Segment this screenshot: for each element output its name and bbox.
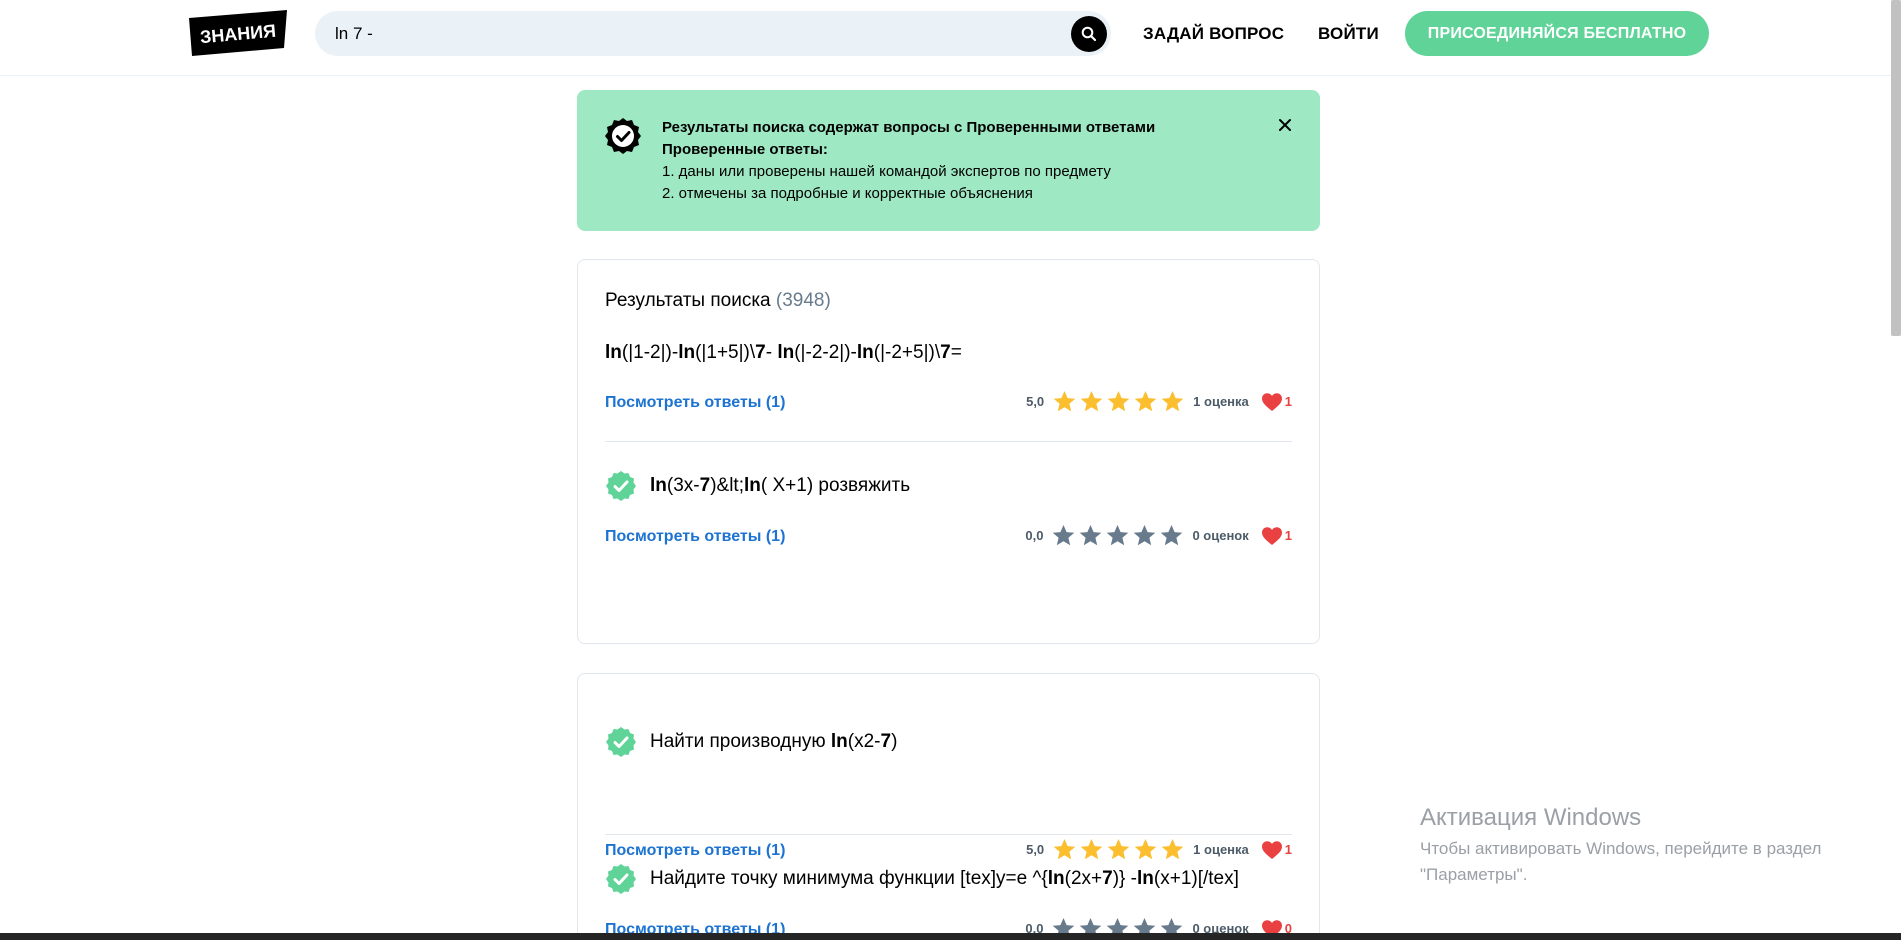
watermark-text: Чтобы активировать Windows, перейдите в …	[1420, 839, 1822, 884]
view-answers-link[interactable]: Посмотреть ответы (1)	[605, 528, 785, 546]
rating-stars	[1051, 523, 1184, 548]
star-icon	[1080, 391, 1103, 412]
heart-icon[interactable]	[1261, 840, 1283, 860]
results-count: (3948)	[775, 290, 831, 311]
list-item[interactable]: ln(|1-2|)-ln(|1+5|)\7- ln(|-2-2|)-ln(|-2…	[605, 342, 1292, 422]
star-icon	[1053, 391, 1076, 412]
list-item[interactable]: ln(3x-7)&lt;ln( X+1) розвяжить Посмотрет…	[605, 470, 1292, 560]
ask-question-link[interactable]: ЗАДАЙ ВОПРОС	[1143, 24, 1284, 44]
star-icon	[1161, 839, 1184, 860]
watermark-title: Активация Windows	[1420, 804, 1642, 831]
verified-check-icon	[606, 727, 636, 757]
star-icon	[1107, 391, 1130, 412]
divider	[605, 834, 1292, 835]
results-label: Результаты поиска	[605, 290, 771, 311]
divider	[605, 441, 1292, 442]
question-text[interactable]: ln(|1-2|)-ln(|1+5|)\7- ln(|-2-2|)-ln(|-2…	[605, 342, 962, 364]
rating-count: 1 оценка	[1193, 394, 1249, 409]
windows-activation-watermark: Активация Windows Чтобы активировать Win…	[1420, 804, 1860, 888]
likes-count: 1	[1284, 842, 1292, 857]
question-text[interactable]: ln(3x-7)&lt;ln( X+1) розвяжить	[650, 475, 910, 497]
join-free-button[interactable]: ПРИСОЕДИНЯЙСЯ БЕСПЛАТНО	[1405, 11, 1709, 56]
likes-count: 1	[1284, 394, 1292, 409]
page-scrollbar[interactable]	[1891, 0, 1901, 336]
question-text[interactable]: Найти производную ln(x2-7)	[650, 731, 897, 753]
view-answers-link[interactable]: Посмотреть ответы (1)	[605, 394, 785, 412]
taskbar-edge	[0, 933, 1901, 940]
star-icon	[1134, 525, 1156, 546]
heart-icon[interactable]	[1261, 392, 1283, 412]
list-item[interactable]: Найдите точку минимума функции [tex]y=e …	[605, 863, 1292, 940]
star-icon	[1161, 525, 1183, 546]
question-meta: 0,0 0 оценок 1	[1025, 523, 1292, 548]
verified-answers-banner: Результаты поиска содержат вопросы с Про…	[577, 90, 1320, 231]
login-link[interactable]: ВОЙТИ	[1318, 24, 1379, 44]
rating-stars	[1052, 837, 1185, 862]
verified-check-icon	[606, 864, 636, 894]
rating-stars	[1052, 389, 1185, 414]
heart-icon[interactable]	[1261, 526, 1283, 546]
star-icon	[1053, 839, 1076, 860]
search-icon	[1081, 26, 1097, 42]
search-button[interactable]	[1071, 16, 1107, 52]
star-icon	[1080, 839, 1103, 860]
banner-line-1: 1. даны или проверены нашей командой экс…	[662, 163, 1111, 180]
search-bar	[315, 11, 1111, 56]
star-icon	[1107, 525, 1129, 546]
verified-badge-icon	[605, 118, 641, 154]
question-meta: 5,0 1 оценка 1	[1026, 837, 1292, 862]
view-answers-link[interactable]: Посмотреть ответы (1)	[605, 842, 785, 860]
results-heading: Результаты поиска (3948)	[605, 290, 831, 312]
rating-count: 1 оценка	[1193, 842, 1249, 857]
likes-count: 1	[1284, 528, 1292, 543]
close-icon[interactable]	[1276, 116, 1294, 134]
star-icon	[1107, 839, 1130, 860]
results-card: Найти производную ln(x2-7) Посмотреть от…	[577, 673, 1320, 940]
star-icon	[1053, 525, 1075, 546]
banner-subtitle: Проверенные ответы:	[662, 141, 828, 158]
verified-check-icon	[606, 471, 636, 501]
znania-logo[interactable]: ЗНАНИЯ	[189, 10, 287, 56]
banner-text: Результаты поиска содержат вопросы с Про…	[662, 117, 1222, 205]
rating-value: 5,0	[1026, 842, 1045, 857]
star-icon	[1134, 391, 1157, 412]
star-icon	[1134, 839, 1157, 860]
question-text[interactable]: Найдите точку минимума функции [tex]y=e …	[650, 868, 1239, 890]
top-header: ЗНАНИЯ ЗАДАЙ ВОПРОС ВОЙТИ ПРИСОЕДИНЯЙСЯ …	[0, 0, 1901, 76]
star-icon	[1161, 391, 1184, 412]
rating-count: 0 оценок	[1192, 528, 1249, 543]
list-item[interactable]: Найти производную ln(x2-7) Посмотреть от…	[605, 726, 1292, 860]
question-meta: 5,0 1 оценка 1	[1026, 389, 1292, 414]
banner-line-2: 2. отмечены за подробные и корректные об…	[662, 185, 1033, 202]
search-input[interactable]	[335, 11, 1035, 56]
banner-title: Результаты поиска содержат вопросы с Про…	[662, 119, 1156, 136]
results-card: Результаты поиска (3948) ln(|1-2|)-ln(|1…	[577, 259, 1320, 644]
rating-value: 5,0	[1026, 394, 1045, 409]
rating-value: 0,0	[1025, 528, 1044, 543]
star-icon	[1080, 525, 1102, 546]
